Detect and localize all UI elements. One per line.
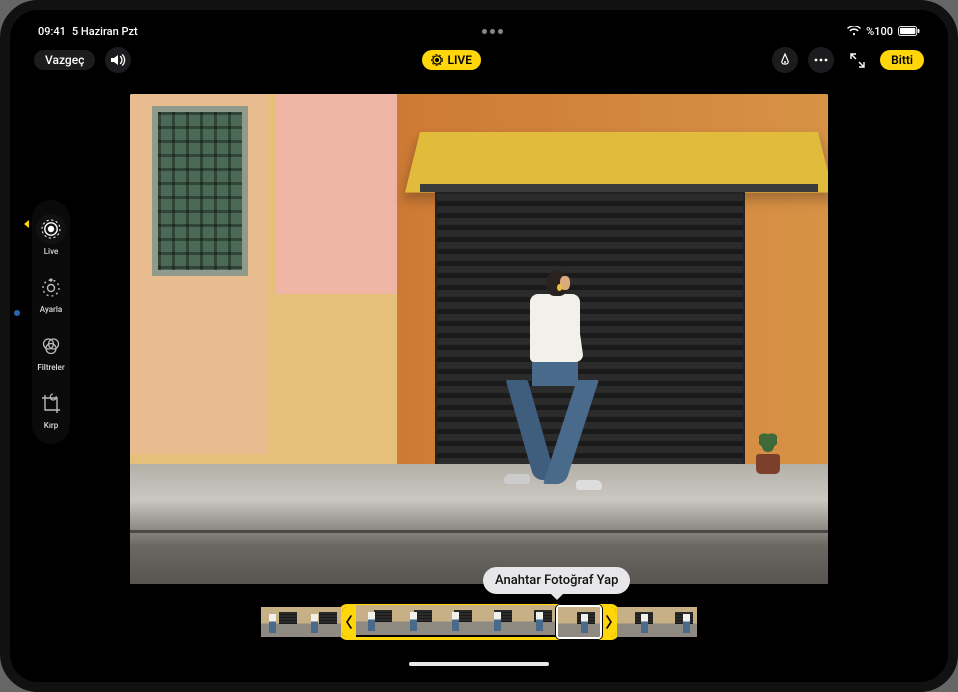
fullscreen-icon	[850, 53, 865, 68]
status-time: 09:41	[38, 25, 66, 38]
done-button[interactable]: Bitti	[880, 50, 924, 70]
trim-end-handle[interactable]	[602, 607, 616, 637]
filmstrip-frame[interactable]	[436, 605, 476, 635]
make-key-photo-button[interactable]: Anahtar Fotoğraf Yap	[483, 567, 630, 594]
wifi-icon	[847, 26, 861, 36]
filmstrip-frame[interactable]	[356, 605, 396, 635]
speaker-button[interactable]	[105, 47, 131, 73]
sidebar-item-label: Filtreler	[37, 363, 64, 372]
status-date: 5 Haziran Pzt	[72, 25, 138, 38]
crop-icon	[40, 393, 62, 415]
trim-start-handle[interactable]	[342, 607, 356, 637]
sidebar-item-crop[interactable]: Kırp	[37, 390, 65, 430]
edit-bar: Vazgeç LIVE	[20, 44, 938, 76]
filmstrip-frame[interactable]	[476, 605, 516, 635]
battery-percent: %100	[866, 25, 893, 38]
sidebar-item-label: Ayarla	[40, 305, 62, 314]
device-frame: 09:41 5 Haziran Pzt %100 Vazgeç	[0, 0, 958, 692]
filmstrip-frame[interactable]	[261, 607, 301, 637]
filmstrip-frame[interactable]	[396, 605, 436, 635]
live-mode-icon	[40, 218, 62, 240]
speaker-icon	[110, 53, 126, 67]
sidebar-item-live[interactable]: Live	[36, 214, 66, 256]
photo-preview[interactable]	[130, 94, 828, 584]
live-photo-filmstrip[interactable]	[261, 602, 697, 642]
multitasking-dots[interactable]	[138, 29, 847, 34]
cancel-button[interactable]: Vazgeç	[34, 50, 95, 70]
filmstrip-frame[interactable]	[301, 607, 341, 637]
live-badge[interactable]: LIVE	[422, 50, 481, 70]
sidebar-item-adjust[interactable]: Ayarla	[37, 274, 65, 314]
filmstrip-key-frame[interactable]	[556, 605, 602, 639]
adjust-icon	[40, 277, 62, 299]
status-bar: 09:41 5 Haziran Pzt %100	[20, 20, 938, 40]
chevron-left-icon	[346, 615, 352, 629]
filmstrip-trim-frames	[356, 605, 602, 639]
live-icon	[431, 54, 443, 66]
chevron-right-icon	[606, 615, 612, 629]
home-indicator[interactable]	[409, 662, 549, 666]
battery-icon	[898, 26, 920, 36]
filters-icon	[40, 335, 62, 357]
filmstrip-frame[interactable]	[617, 607, 657, 637]
sidebar-item-label: Live	[44, 247, 59, 256]
markup-icon	[778, 53, 792, 67]
markup-button[interactable]	[772, 47, 798, 73]
screen: 09:41 5 Haziran Pzt %100 Vazgeç	[20, 20, 938, 672]
edit-mode-toolbar: Live Ayarla Filtreler Kırp	[32, 200, 70, 444]
photo-subject-person	[490, 270, 610, 500]
filmstrip-frame[interactable]	[657, 607, 697, 637]
filmstrip-post-frames	[617, 607, 697, 637]
filmstrip-frame[interactable]	[516, 605, 556, 635]
sidebar-item-filters[interactable]: Filtreler	[37, 332, 65, 372]
trim-range[interactable]	[339, 604, 619, 640]
fullscreen-button[interactable]	[844, 47, 870, 73]
live-badge-label: LIVE	[447, 53, 472, 67]
sidebar-item-label: Kırp	[44, 421, 58, 430]
more-button[interactable]	[808, 47, 834, 73]
photo-stage	[130, 82, 828, 596]
ellipsis-icon	[814, 58, 828, 62]
filmstrip-pre-frames	[261, 607, 341, 637]
